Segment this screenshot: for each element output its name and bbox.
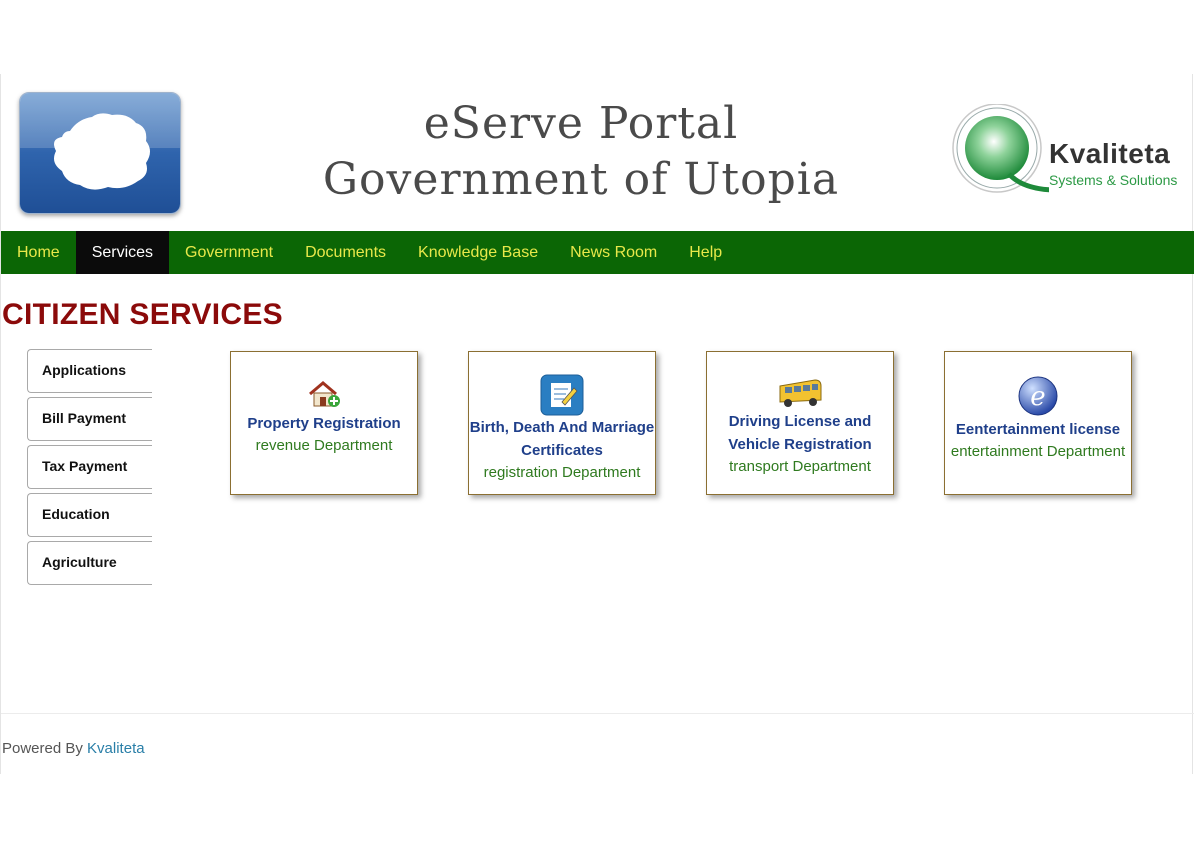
house-icon <box>309 381 340 407</box>
svg-text:e: e <box>1030 382 1045 412</box>
header: eServe Portal Government of Utopia Kvali… <box>1 74 1194 230</box>
nav-item-help[interactable]: Help <box>673 231 738 274</box>
card-title-line-2: Certificates <box>521 442 603 459</box>
e-letter-icon: e <box>1018 376 1058 416</box>
nav-item-knowledge-base[interactable]: Knowledge Base <box>402 231 554 274</box>
nav-item-government[interactable]: Government <box>169 231 289 274</box>
main-navbar: Home Services Government Documents Knowl… <box>1 231 1194 274</box>
footer-prefix: Powered By <box>2 740 83 757</box>
side-tab-bill-payment[interactable]: Bill Payment <box>27 397 152 441</box>
nav-item-documents[interactable]: Documents <box>289 231 402 274</box>
card-department: transport Department <box>729 458 871 475</box>
title-line-1: eServe Portal <box>423 98 739 149</box>
nav-item-news-room[interactable]: News Room <box>554 231 673 274</box>
footer-divider <box>1 713 1194 714</box>
portal-title: eServe Portal Government of Utopia <box>301 98 861 210</box>
card-department: revenue Department <box>255 437 393 454</box>
card-title: Property Registration <box>247 415 401 432</box>
kvaliteta-logo[interactable]: Kvaliteta Systems & Solutions <box>949 104 1185 204</box>
card-department: entertainment Department <box>950 443 1126 460</box>
service-card-birth-death-marriage[interactable]: Birth, Death And Marriage Certificates r… <box>468 351 656 495</box>
card-department: registration Department <box>483 464 641 481</box>
side-tab-education[interactable]: Education <box>27 493 152 537</box>
side-tab-agriculture[interactable]: Agriculture <box>27 541 152 585</box>
antarctica-flag-logo <box>19 92 181 214</box>
service-card-driving-license[interactable]: Driving License and Vehicle Registration… <box>706 351 894 495</box>
certificate-edit-icon <box>540 374 584 416</box>
portal-page: eServe Portal Government of Utopia Kvali… <box>0 74 1194 774</box>
side-tab-tax-payment[interactable]: Tax Payment <box>27 445 152 489</box>
page-title: CITIZEN SERVICES <box>2 298 283 331</box>
nav-item-home[interactable]: Home <box>1 231 76 274</box>
footer: Powered By Kvaliteta <box>2 740 145 757</box>
card-title: Eentertainment license <box>955 421 1121 438</box>
title-line-2: Government of Utopia <box>322 154 840 205</box>
bus-icon <box>779 379 822 407</box>
logo-name: Kvaliteta <box>1049 138 1171 169</box>
logo-tagline: Systems & Solutions <box>1049 172 1178 188</box>
card-title-line-2: Vehicle Registration <box>728 436 872 453</box>
card-title-line-1: Driving License and <box>728 413 872 430</box>
side-tab-applications[interactable]: Applications <box>27 349 152 393</box>
nav-item-services[interactable]: Services <box>75 231 170 274</box>
card-title-line-1: Birth, Death And Marriage <box>469 419 655 436</box>
service-card-entertainment-license[interactable]: e Eentertainment license entertainment D… <box>944 351 1132 495</box>
footer-kvaliteta-link[interactable]: Kvaliteta <box>87 740 145 757</box>
service-card-property-registration[interactable]: Property Registration revenue Department <box>230 351 418 495</box>
